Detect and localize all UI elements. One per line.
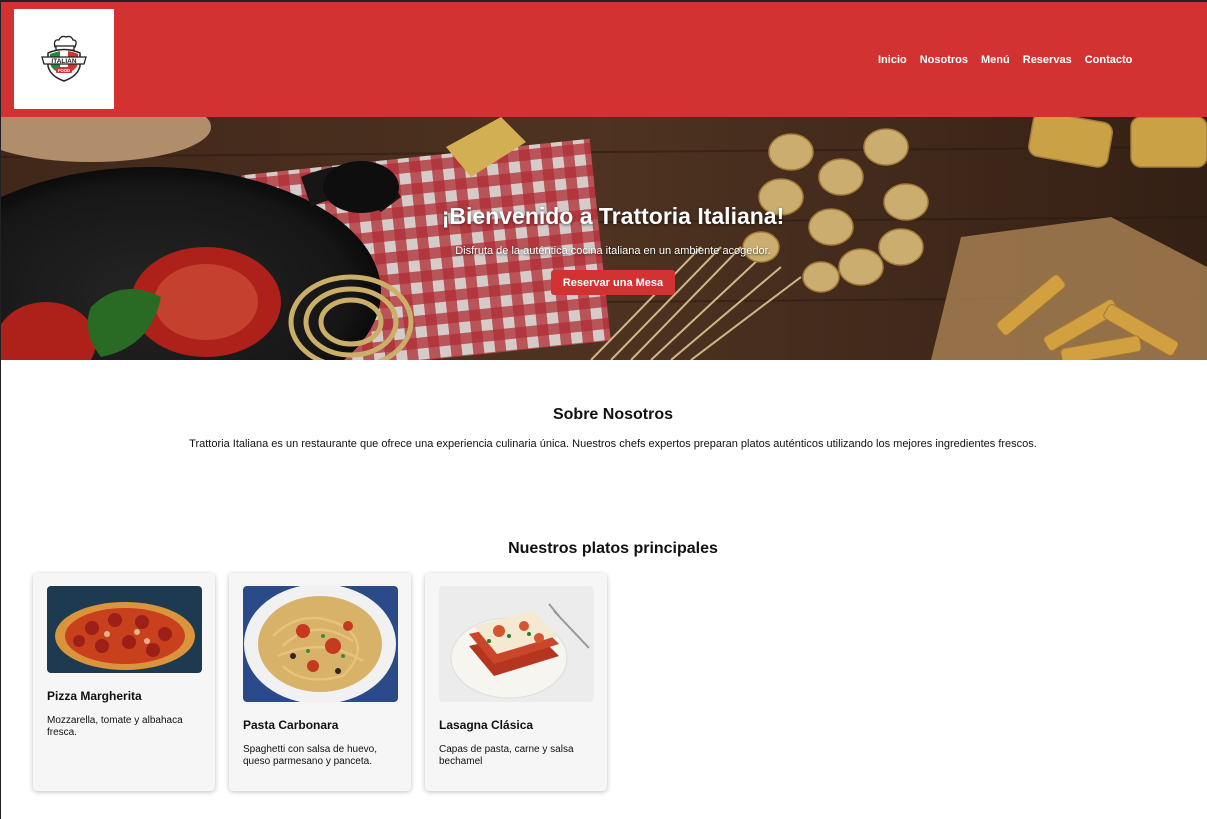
nav-item-reservas[interactable]: Reservas: [1023, 54, 1072, 66]
hero-background-image: [1, 117, 1207, 360]
dish-card-lasagna[interactable]: Lasagna Clásica Capas de pasta, carne y …: [425, 573, 607, 791]
dish-name-lasagna: Lasagna Clásica: [439, 718, 534, 732]
logo[interactable]: ITALIAN FOOD: [14, 9, 114, 109]
hero-subtitle: Disfruta de la auténtica cocina italiana…: [455, 245, 771, 257]
nav-item-inicio[interactable]: Inicio: [878, 54, 907, 66]
site-header: ITALIAN FOOD Inicio Nosotros Menú Reserv…: [1, 2, 1207, 117]
dish-description-pizza: Mozzarella, tomate y albahaca fresca.: [47, 715, 183, 738]
nav-item-contacto[interactable]: Contacto: [1085, 54, 1133, 66]
about-title: Sobre Nosotros: [552, 406, 673, 423]
dishes-title: Nuestros platos principales: [508, 540, 718, 557]
dish-image-lasagna: [439, 586, 594, 702]
about-text: Trattoria Italiana es un restaurante que…: [189, 438, 1037, 450]
nav-item-menu[interactable]: Menú: [981, 54, 1010, 66]
dish-name-carbonara: Pasta Carbonara: [243, 718, 339, 732]
dish-image-pizza: [47, 586, 202, 673]
hero-section: ¡Bienvenido a Trattoria Italiana! Disfru…: [1, 117, 1207, 360]
hero-title: ¡Bienvenido a Trattoria Italiana!: [441, 203, 785, 229]
dish-description-lasagna: Capas de pasta, carne y salsa bechamel: [439, 744, 574, 767]
logo-icon: ITALIAN FOOD: [41, 35, 87, 82]
dish-name-pizza: Pizza Margherita: [47, 689, 142, 703]
main-nav: Inicio Nosotros Menú Reservas Contacto: [878, 54, 1145, 66]
nav-item-nosotros[interactable]: Nosotros: [920, 54, 968, 66]
logo-text-bottom: FOOD: [58, 68, 70, 73]
logo-text-top: ITALIAN: [51, 58, 76, 65]
dish-description-carbonara: Spaghetti con salsa de huevo, queso parm…: [243, 744, 377, 767]
reserve-table-button[interactable]: Reservar una Mesa: [551, 270, 675, 295]
dish-image-carbonara: [243, 586, 398, 702]
dish-card-pizza[interactable]: Pizza Margherita Mozzarella, tomate y al…: [33, 573, 215, 791]
dish-card-carbonara[interactable]: Pasta Carbonara Spaghetti con salsa de h…: [229, 573, 411, 791]
